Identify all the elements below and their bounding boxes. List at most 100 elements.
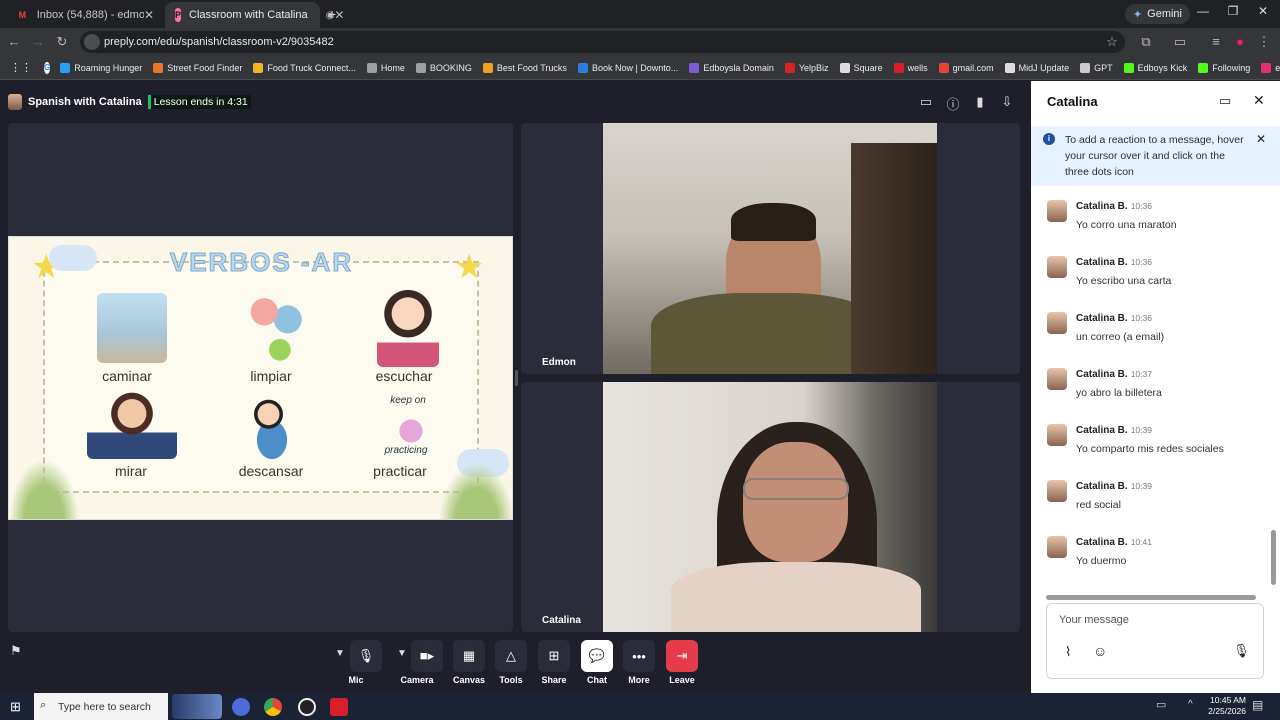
- cast-icon[interactable]: ▭: [1172, 34, 1188, 50]
- dismiss-tip-icon[interactable]: ✕: [1256, 132, 1266, 146]
- chevron-up-icon[interactable]: ^: [1188, 699, 1193, 710]
- bookmark-item[interactable]: Book Now | Downto...: [577, 62, 678, 73]
- share-icon: ⊞: [548, 648, 560, 663]
- chat-horizontal-scrollbar[interactable]: [1046, 595, 1256, 600]
- keyboard-icon[interactable]: ▭: [1156, 698, 1166, 711]
- download-icon[interactable]: ⇩: [997, 94, 1017, 110]
- chat-message[interactable]: Catalina B. 10:39 Yo comparto mis redes so…: [1047, 424, 1267, 474]
- clock[interactable]: 10:45 AM 2/25/2026: [1196, 695, 1246, 717]
- close-icon[interactable]: ✕: [1253, 92, 1265, 109]
- chevron-down-icon[interactable]: ▼: [335, 648, 345, 659]
- bookmark-item[interactable]: Roaming Hunger: [60, 62, 142, 73]
- mic-button[interactable]: 🎙: [350, 640, 382, 672]
- bookmark-item[interactable]: Edboysla Domain: [689, 62, 774, 73]
- chrome-icon[interactable]: [264, 698, 282, 716]
- resize-handle[interactable]: [515, 370, 518, 386]
- app-icon[interactable]: [232, 698, 250, 716]
- message-time: 10:39: [1130, 425, 1152, 435]
- news-widget[interactable]: [172, 694, 222, 719]
- minimize-icon[interactable]: —: [1188, 4, 1218, 18]
- bookmark-item[interactable]: Following: [1198, 62, 1250, 73]
- chat-message[interactable]: Catalina B. 10:37 yo abro la billetera: [1047, 368, 1267, 418]
- layout-icon[interactable]: ▭: [916, 94, 936, 110]
- leave-button[interactable]: ⇥: [666, 640, 698, 672]
- bookmark-item[interactable]: MidJ Update: [1004, 62, 1069, 73]
- folder-icon[interactable]: ▭: [1219, 93, 1231, 109]
- practicing-text: practicing: [384, 445, 428, 456]
- pdf-icon[interactable]: [330, 698, 348, 716]
- message-composer: ⌇ ☺ 🎙: [1046, 603, 1264, 679]
- flag-icon[interactable]: ⚑: [10, 643, 32, 665]
- message-time: 10:39: [1130, 481, 1152, 491]
- chat-message[interactable]: Catalina B. 10:39 red social: [1047, 480, 1267, 530]
- video-tile-edmon[interactable]: Edmon: [521, 123, 1020, 374]
- menu-icon[interactable]: ⋮: [1256, 34, 1272, 50]
- bookmark-icon: [839, 62, 850, 73]
- signal-icon[interactable]: ▮: [970, 94, 990, 110]
- bookmark-item[interactable]: BOOKING: [415, 62, 472, 73]
- notifications-icon[interactable]: ▤: [1252, 698, 1263, 712]
- info-icon[interactable]: ⓘ: [943, 94, 963, 113]
- forward-icon[interactable]: →: [30, 34, 46, 50]
- taskbar-search[interactable]: Type here to search: [34, 693, 168, 720]
- bookmark-label: wells: [907, 62, 928, 73]
- clock-time: 10:45 AM: [1210, 695, 1246, 705]
- camera-button[interactable]: ■▸: [411, 640, 443, 672]
- message-author: Catalina B. 10:39: [1076, 481, 1152, 492]
- chat-message[interactable]: Catalina B. 10:36 Yo corro una maraton: [1047, 200, 1267, 250]
- paperclip-icon[interactable]: ⌇: [1065, 644, 1071, 660]
- chat-message[interactable]: Catalina B. 10:36 Yo escribo una carta: [1047, 256, 1267, 306]
- avatar: [1047, 200, 1067, 222]
- video-tile-catalina[interactable]: Catalina: [521, 382, 1020, 632]
- bookmark-item[interactable]: edboys insta: [1261, 62, 1280, 73]
- verb-escuchar: escuchar: [375, 368, 433, 384]
- chevron-down-icon[interactable]: ▼: [397, 648, 407, 659]
- share-button[interactable]: ⊞: [538, 640, 570, 672]
- canvas-button[interactable]: ▦: [453, 640, 485, 672]
- author-name: Catalina B.: [1076, 425, 1128, 436]
- bookmark-item[interactable]: Home: [366, 62, 405, 73]
- more-button[interactable]: •••: [623, 640, 655, 672]
- mic-icon: 🎙: [357, 648, 375, 663]
- new-tab-button[interactable]: +: [328, 6, 336, 22]
- reload-icon[interactable]: ↻: [54, 34, 70, 50]
- close-icon[interactable]: ✕: [144, 8, 154, 22]
- bookmark-item[interactable]: Street Food Finder: [153, 62, 242, 73]
- extensions-icon[interactable]: ⧉: [1138, 34, 1154, 50]
- message-time: 10:36: [1130, 257, 1152, 267]
- tools-button[interactable]: △: [495, 640, 527, 672]
- address-bar[interactable]: preply.com/edu/spanish/classroom-v2/9035…: [80, 31, 1125, 53]
- media-icon[interactable]: ≡: [1208, 34, 1224, 50]
- gemini-button[interactable]: ✦ Gemini: [1124, 4, 1190, 24]
- bookmark-item[interactable]: wells: [893, 62, 928, 73]
- app-icon[interactable]: [298, 698, 316, 716]
- bookmark-item[interactable]: GPT: [1080, 62, 1113, 73]
- tab-classroom[interactable]: P Classroom with Catalina ◉ ✕: [165, 2, 344, 28]
- restore-icon[interactable]: ❐: [1218, 4, 1248, 18]
- verb-caminar: caminar: [102, 368, 152, 384]
- window-close-icon[interactable]: ✕: [1248, 4, 1278, 18]
- back-icon[interactable]: ←: [6, 34, 22, 50]
- bookmark-star-icon[interactable]: ☆: [1104, 34, 1120, 50]
- bookmark-item[interactable]: YelpBiz: [784, 62, 829, 73]
- author-name: Catalina B.: [1076, 481, 1128, 492]
- bookmark-item[interactable]: Food Truck Connect...: [253, 62, 356, 73]
- chat-message[interactable]: Catalina B. 10:41 Yo duermo: [1047, 536, 1267, 586]
- chat-scrollbar[interactable]: [1271, 530, 1276, 585]
- tab-inbox[interactable]: M Inbox (54,888) - edmonsm@gm ✕: [6, 2, 164, 28]
- bookmark-item[interactable]: gmail.com: [938, 62, 994, 73]
- apps-icon[interactable]: ⋮⋮: [10, 61, 32, 74]
- site-info-icon[interactable]: [84, 34, 100, 50]
- chat-message[interactable]: Catalina B. 10:36 un correo (a email): [1047, 312, 1267, 362]
- message-input[interactable]: [1059, 614, 1249, 626]
- bookmark-item[interactable]: Best Food Trucks: [482, 62, 567, 73]
- emoji-icon[interactable]: ☺: [1093, 643, 1107, 659]
- windows-start-icon[interactable]: ⊞: [10, 699, 21, 715]
- bookmark-item[interactable]: Square: [839, 62, 883, 73]
- google-icon[interactable]: G: [44, 61, 51, 74]
- chat-button[interactable]: 💬: [581, 640, 613, 672]
- microphone-icon[interactable]: 🎙: [1233, 643, 1250, 659]
- lesson-header: Spanish with Catalina Lesson ends in 4:3…: [8, 92, 251, 112]
- bookmark-item[interactable]: Edboys Kick: [1123, 62, 1187, 73]
- profile-icon[interactable]: ●: [1232, 34, 1248, 50]
